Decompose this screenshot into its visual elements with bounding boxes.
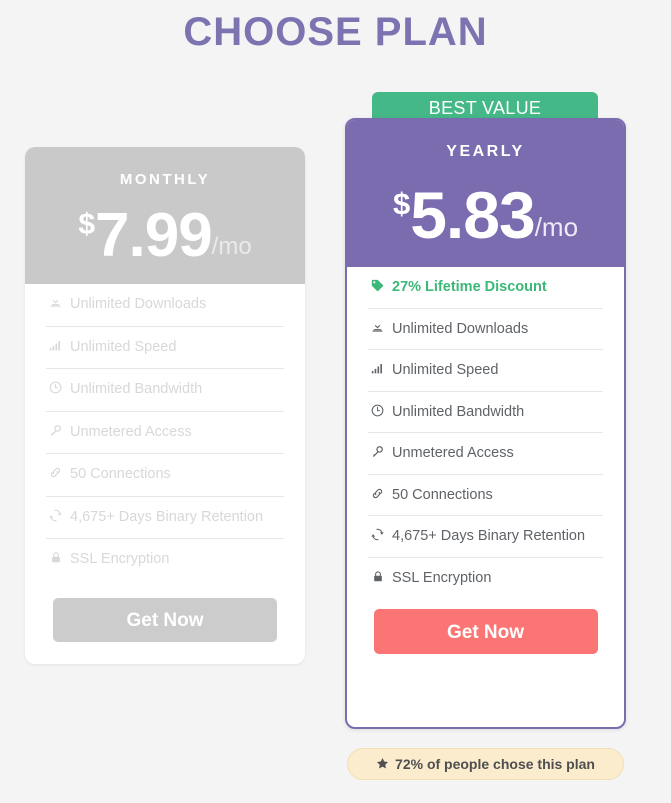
- clock-icon: [46, 381, 65, 394]
- lock-icon: [368, 570, 387, 583]
- feature-label: 4,675+ Days Binary Retention: [392, 528, 586, 545]
- feature-label: Unmetered Access: [392, 445, 514, 462]
- refresh-icon: [46, 509, 65, 522]
- feature-label: Unlimited Bandwidth: [392, 403, 525, 420]
- list-item: Unlimited Downloads: [368, 309, 603, 351]
- yearly-price-amount: 5.83: [410, 178, 535, 252]
- download-icon: [46, 296, 65, 309]
- list-item: Unlimited Speed: [368, 350, 603, 392]
- list-item: SSL Encryption: [368, 558, 603, 599]
- tag-icon: [368, 279, 387, 292]
- feature-label: Unlimited Bandwidth: [70, 381, 203, 398]
- feature-label: 50 Connections: [392, 486, 493, 503]
- list-item-discount: 27% Lifetime Discount: [368, 267, 603, 309]
- feature-label: SSL Encryption: [70, 551, 170, 568]
- yearly-feature-list: 27% Lifetime Discount Unlimited Download…: [347, 267, 624, 599]
- pricing-card-yearly: YEARLY $5.83/mo 27% Lifetime Discount Un…: [345, 118, 626, 729]
- list-item: 4,675+ Days Binary Retention: [368, 516, 603, 558]
- feature-label: Unlimited Speed: [392, 362, 499, 379]
- monthly-price-period: /mo: [211, 233, 252, 260]
- page-title: CHOOSE PLAN: [183, 10, 488, 54]
- people-chose-label: 72% of people chose this plan: [395, 756, 595, 772]
- list-item: 50 Connections: [46, 454, 284, 497]
- key-icon: [46, 424, 65, 437]
- feature-label: 4,675+ Days Binary Retention: [70, 508, 264, 525]
- feature-label: Unlimited Downloads: [70, 296, 207, 312]
- list-item: 4,675+ Days Binary Retention: [46, 497, 284, 540]
- list-item: 50 Connections: [368, 475, 603, 517]
- monthly-get-now-button[interactable]: Get Now: [53, 597, 277, 642]
- monthly-currency-symbol: $: [78, 208, 95, 241]
- monthly-card-header: MONTHLY $7.99/mo: [25, 147, 305, 284]
- list-item: Unlimited Bandwidth: [46, 369, 284, 412]
- key-icon: [368, 445, 387, 458]
- feature-label: Unmetered Access: [70, 423, 192, 440]
- people-chose-badge: 72% of people chose this plan: [347, 748, 624, 780]
- feature-label: Unlimited Speed: [70, 338, 177, 355]
- yearly-card-header: YEARLY $5.83/mo: [347, 120, 624, 267]
- feature-label: Unlimited Downloads: [392, 320, 529, 337]
- list-item: Unlimited Bandwidth: [368, 392, 603, 434]
- signal-bars-icon: [368, 362, 387, 375]
- pricing-card-monthly: MONTHLY $7.99/mo Unlimited Downloads Unl…: [25, 147, 305, 664]
- yearly-currency-symbol: $: [392, 186, 411, 221]
- list-item: Unlimited Speed: [46, 327, 284, 370]
- list-item: Unlimited Downloads: [46, 284, 284, 327]
- yearly-plan-name: YEARLY: [446, 143, 525, 160]
- monthly-price: $7.99/mo: [25, 200, 305, 271]
- refresh-icon: [368, 528, 387, 541]
- monthly-feature-list: Unlimited Downloads Unlimited Speed Unli…: [25, 284, 305, 581]
- monthly-plan-name: MONTHLY: [119, 171, 211, 188]
- list-item: Unmetered Access: [46, 412, 284, 455]
- yearly-price: $5.83/mo: [347, 177, 624, 253]
- feature-label: 27% Lifetime Discount: [392, 279, 547, 295]
- signal-bars-icon: [46, 339, 65, 352]
- list-item: SSL Encryption: [46, 539, 284, 581]
- link-icon: [368, 487, 387, 500]
- lock-icon: [46, 551, 65, 564]
- yearly-get-now-button[interactable]: Get Now: [373, 608, 598, 654]
- feature-label: SSL Encryption: [392, 569, 492, 586]
- star-icon: [376, 757, 389, 773]
- yearly-price-period: /mo: [534, 212, 579, 242]
- list-item: Unmetered Access: [368, 433, 603, 475]
- download-icon: [368, 321, 387, 334]
- feature-label: 50 Connections: [70, 466, 171, 483]
- link-icon: [46, 466, 65, 479]
- monthly-price-amount: 7.99: [95, 201, 213, 270]
- clock-icon: [368, 404, 387, 417]
